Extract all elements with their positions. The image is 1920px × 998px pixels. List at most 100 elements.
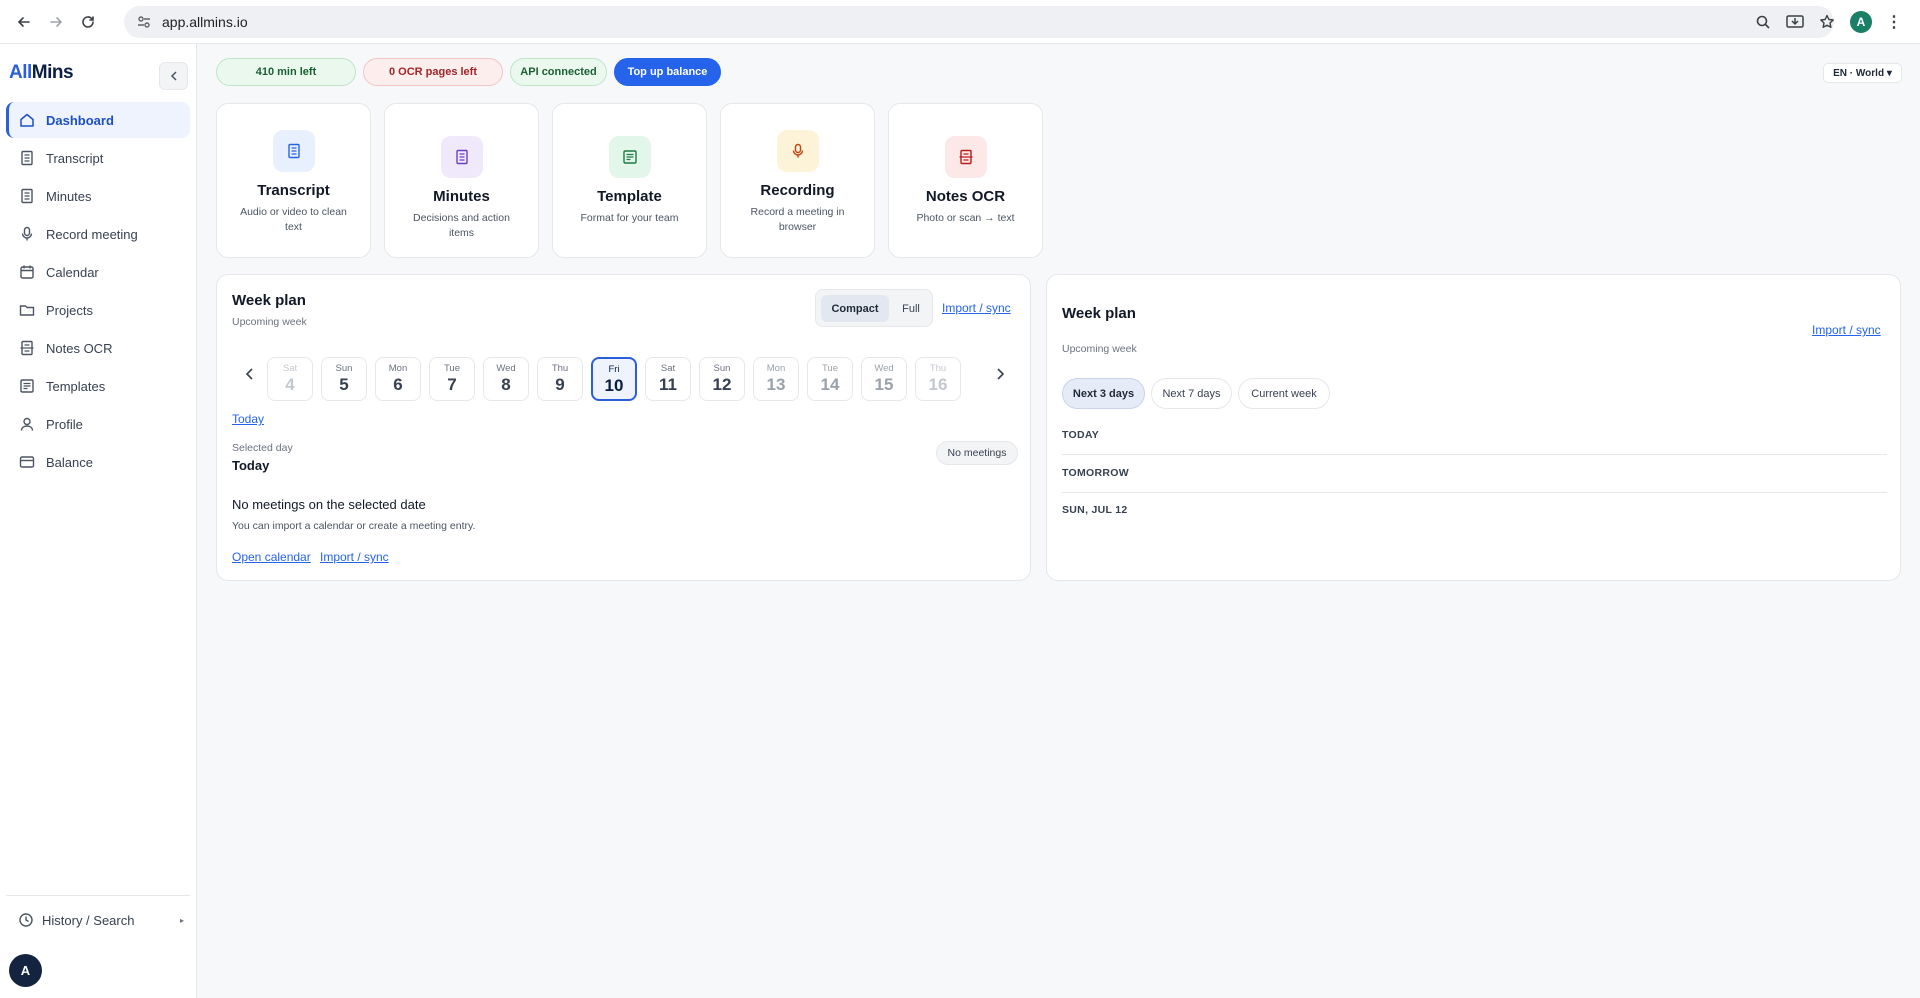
feature-card-subtitle: Format for your team — [580, 212, 679, 224]
calendar-icon — [19, 264, 35, 280]
back-icon[interactable] — [10, 8, 38, 36]
app-logo[interactable]: AllMins — [9, 62, 74, 84]
ocr-pages-left-badge: 0 OCR pages left — [363, 58, 503, 86]
day-button[interactable]: Sat 4 — [267, 357, 313, 401]
day-number: 6 — [393, 375, 403, 394]
import-sync-link-right[interactable]: Import / sync — [1812, 323, 1881, 337]
caret-right-icon: ▸ — [179, 915, 184, 925]
day-number: 15 — [874, 375, 894, 394]
open-calendar-link[interactable]: Open calendar — [232, 550, 311, 564]
week-plan-list-panel: Week plan Import / sync Upcoming week Ne… — [1046, 274, 1901, 581]
feature-card-notes-ocr[interactable]: Notes OCR Photo or scan → text — [888, 103, 1043, 258]
day-button[interactable]: Sun 12 — [699, 357, 745, 401]
day-button[interactable]: Wed 15 — [861, 357, 907, 401]
day-button[interactable]: Sat 11 — [645, 357, 691, 401]
feature-card-transcript[interactable]: Transcript Audio or video to clean text — [216, 103, 371, 258]
install-app-icon[interactable] — [1786, 13, 1804, 31]
microphone-icon — [776, 130, 819, 172]
sidebar-item-label: Minutes — [46, 188, 92, 204]
bookmark-star-icon[interactable] — [1818, 13, 1836, 31]
sidebar-item-calendar[interactable]: Calendar — [6, 254, 190, 290]
day-number: 10 — [604, 376, 624, 395]
current-week-chip[interactable]: Current week — [1238, 378, 1330, 409]
address-bar[interactable]: app.allmins.io — [124, 6, 1834, 38]
feature-card-template[interactable]: Template Format for your team — [552, 103, 707, 258]
sidebar-item-dashboard[interactable]: Dashboard — [6, 102, 190, 138]
sidebar-item-notes-ocr[interactable]: Notes OCR — [6, 330, 190, 366]
sidebar-divider — [6, 895, 190, 896]
next-3-days-chip[interactable]: Next 3 days — [1062, 378, 1145, 409]
feature-card-recording[interactable]: Recording Record a meeting in browser — [720, 103, 875, 258]
scan-icon — [944, 136, 987, 178]
day-number: 8 — [501, 375, 511, 394]
day-number: 13 — [766, 375, 786, 394]
language-selector[interactable]: EN · World ▾ — [1823, 63, 1902, 83]
import-sync-link[interactable]: Import / sync — [942, 301, 1011, 315]
week-plan-right-title: Week plan — [1062, 305, 1136, 322]
day-number: 14 — [820, 375, 840, 394]
day-button[interactable]: Mon 13 — [753, 357, 799, 401]
day-button[interactable]: Tue 14 — [807, 357, 853, 401]
sidebar-item-label: Balance — [46, 454, 93, 470]
url-text: app.allmins.io — [162, 14, 248, 30]
day-button[interactable]: Fri 10 — [591, 357, 637, 401]
day-button[interactable]: Tue 7 — [429, 357, 475, 401]
section-tomorrow: TOMORROW — [1062, 467, 1129, 479]
sidebar-item-label: Dashboard — [46, 112, 114, 128]
reload-icon[interactable] — [74, 8, 102, 36]
feature-card-title: Notes OCR — [925, 188, 1006, 205]
sidebar-item-profile[interactable]: Profile — [6, 406, 190, 442]
top-up-balance-button[interactable]: Top up balance — [614, 58, 721, 86]
browser-toolbar: app.allmins.io A ⋮ — [0, 0, 1920, 44]
day-weekday: Sun — [335, 363, 353, 374]
sidebar-nav: Dashboard Transcript Minutes Record meeting… — [6, 102, 190, 482]
document-icon — [440, 136, 483, 178]
sidebar-item-projects[interactable]: Projects — [6, 292, 190, 328]
feature-card-subtitle: Audio or video to clean text — [240, 206, 347, 233]
section-sun-jul-12: SUN, JUL 12 — [1062, 504, 1128, 516]
sidebar-item-label: Record meeting — [46, 226, 138, 242]
forward-icon[interactable] — [42, 8, 70, 36]
feature-card-minutes[interactable]: Minutes Decisions and action items — [384, 103, 539, 258]
document-icon — [272, 130, 315, 172]
day-number: 12 — [712, 375, 732, 394]
sidebar-item-record-meeting[interactable]: Record meeting — [6, 216, 190, 252]
user-avatar[interactable]: A — [9, 954, 42, 987]
chevron-left-icon — [170, 71, 177, 81]
day-number: 4 — [285, 375, 295, 394]
day-button[interactable]: Wed 8 — [483, 357, 529, 401]
history-search-item[interactable]: History / Search ▸ — [18, 912, 184, 928]
sidebar-item-label: Profile — [46, 416, 83, 432]
sidebar-item-templates[interactable]: Templates — [6, 368, 190, 404]
next-week-arrow-icon[interactable] — [995, 367, 1005, 383]
sidebar-item-label: Notes OCR — [46, 340, 113, 356]
sidebar-item-minutes[interactable]: Minutes — [6, 178, 190, 214]
sidebar-item-transcript[interactable]: Transcript — [6, 140, 190, 176]
day-weekday: Sat — [282, 363, 298, 374]
day-button[interactable]: Thu 9 — [537, 357, 583, 401]
section-divider — [1062, 492, 1887, 493]
browser-profile-avatar[interactable]: A — [1850, 11, 1872, 33]
next-7-days-chip[interactable]: Next 7 days — [1151, 378, 1232, 409]
sidebar-item-balance[interactable]: Balance — [6, 444, 190, 480]
feature-card-title: Recording — [760, 182, 835, 199]
zoom-icon[interactable] — [1754, 13, 1772, 31]
full-view-button[interactable]: Full — [894, 295, 928, 322]
collapse-sidebar-button[interactable] — [159, 62, 188, 90]
day-weekday: Sun — [713, 363, 731, 374]
browser-menu-icon[interactable]: ⋮ — [1886, 12, 1902, 32]
document-icon — [19, 150, 35, 166]
sidebar-item-label: Calendar — [46, 264, 99, 280]
import-sync-link-secondary[interactable]: Import / sync — [320, 550, 389, 564]
compact-view-button[interactable]: Compact — [821, 295, 889, 322]
no-meetings-badge: No meetings — [936, 441, 1018, 465]
day-button[interactable]: Sun 5 — [321, 357, 367, 401]
day-button[interactable]: Thu 16 — [915, 357, 961, 401]
template-icon — [19, 378, 35, 394]
today-link[interactable]: Today — [232, 412, 264, 426]
prev-week-arrow-icon[interactable] — [245, 367, 255, 383]
empty-state-title: No meetings on the selected date — [232, 497, 426, 512]
site-settings-icon[interactable] — [136, 14, 152, 30]
day-weekday: Thu — [551, 363, 569, 374]
day-button[interactable]: Mon 6 — [375, 357, 421, 401]
